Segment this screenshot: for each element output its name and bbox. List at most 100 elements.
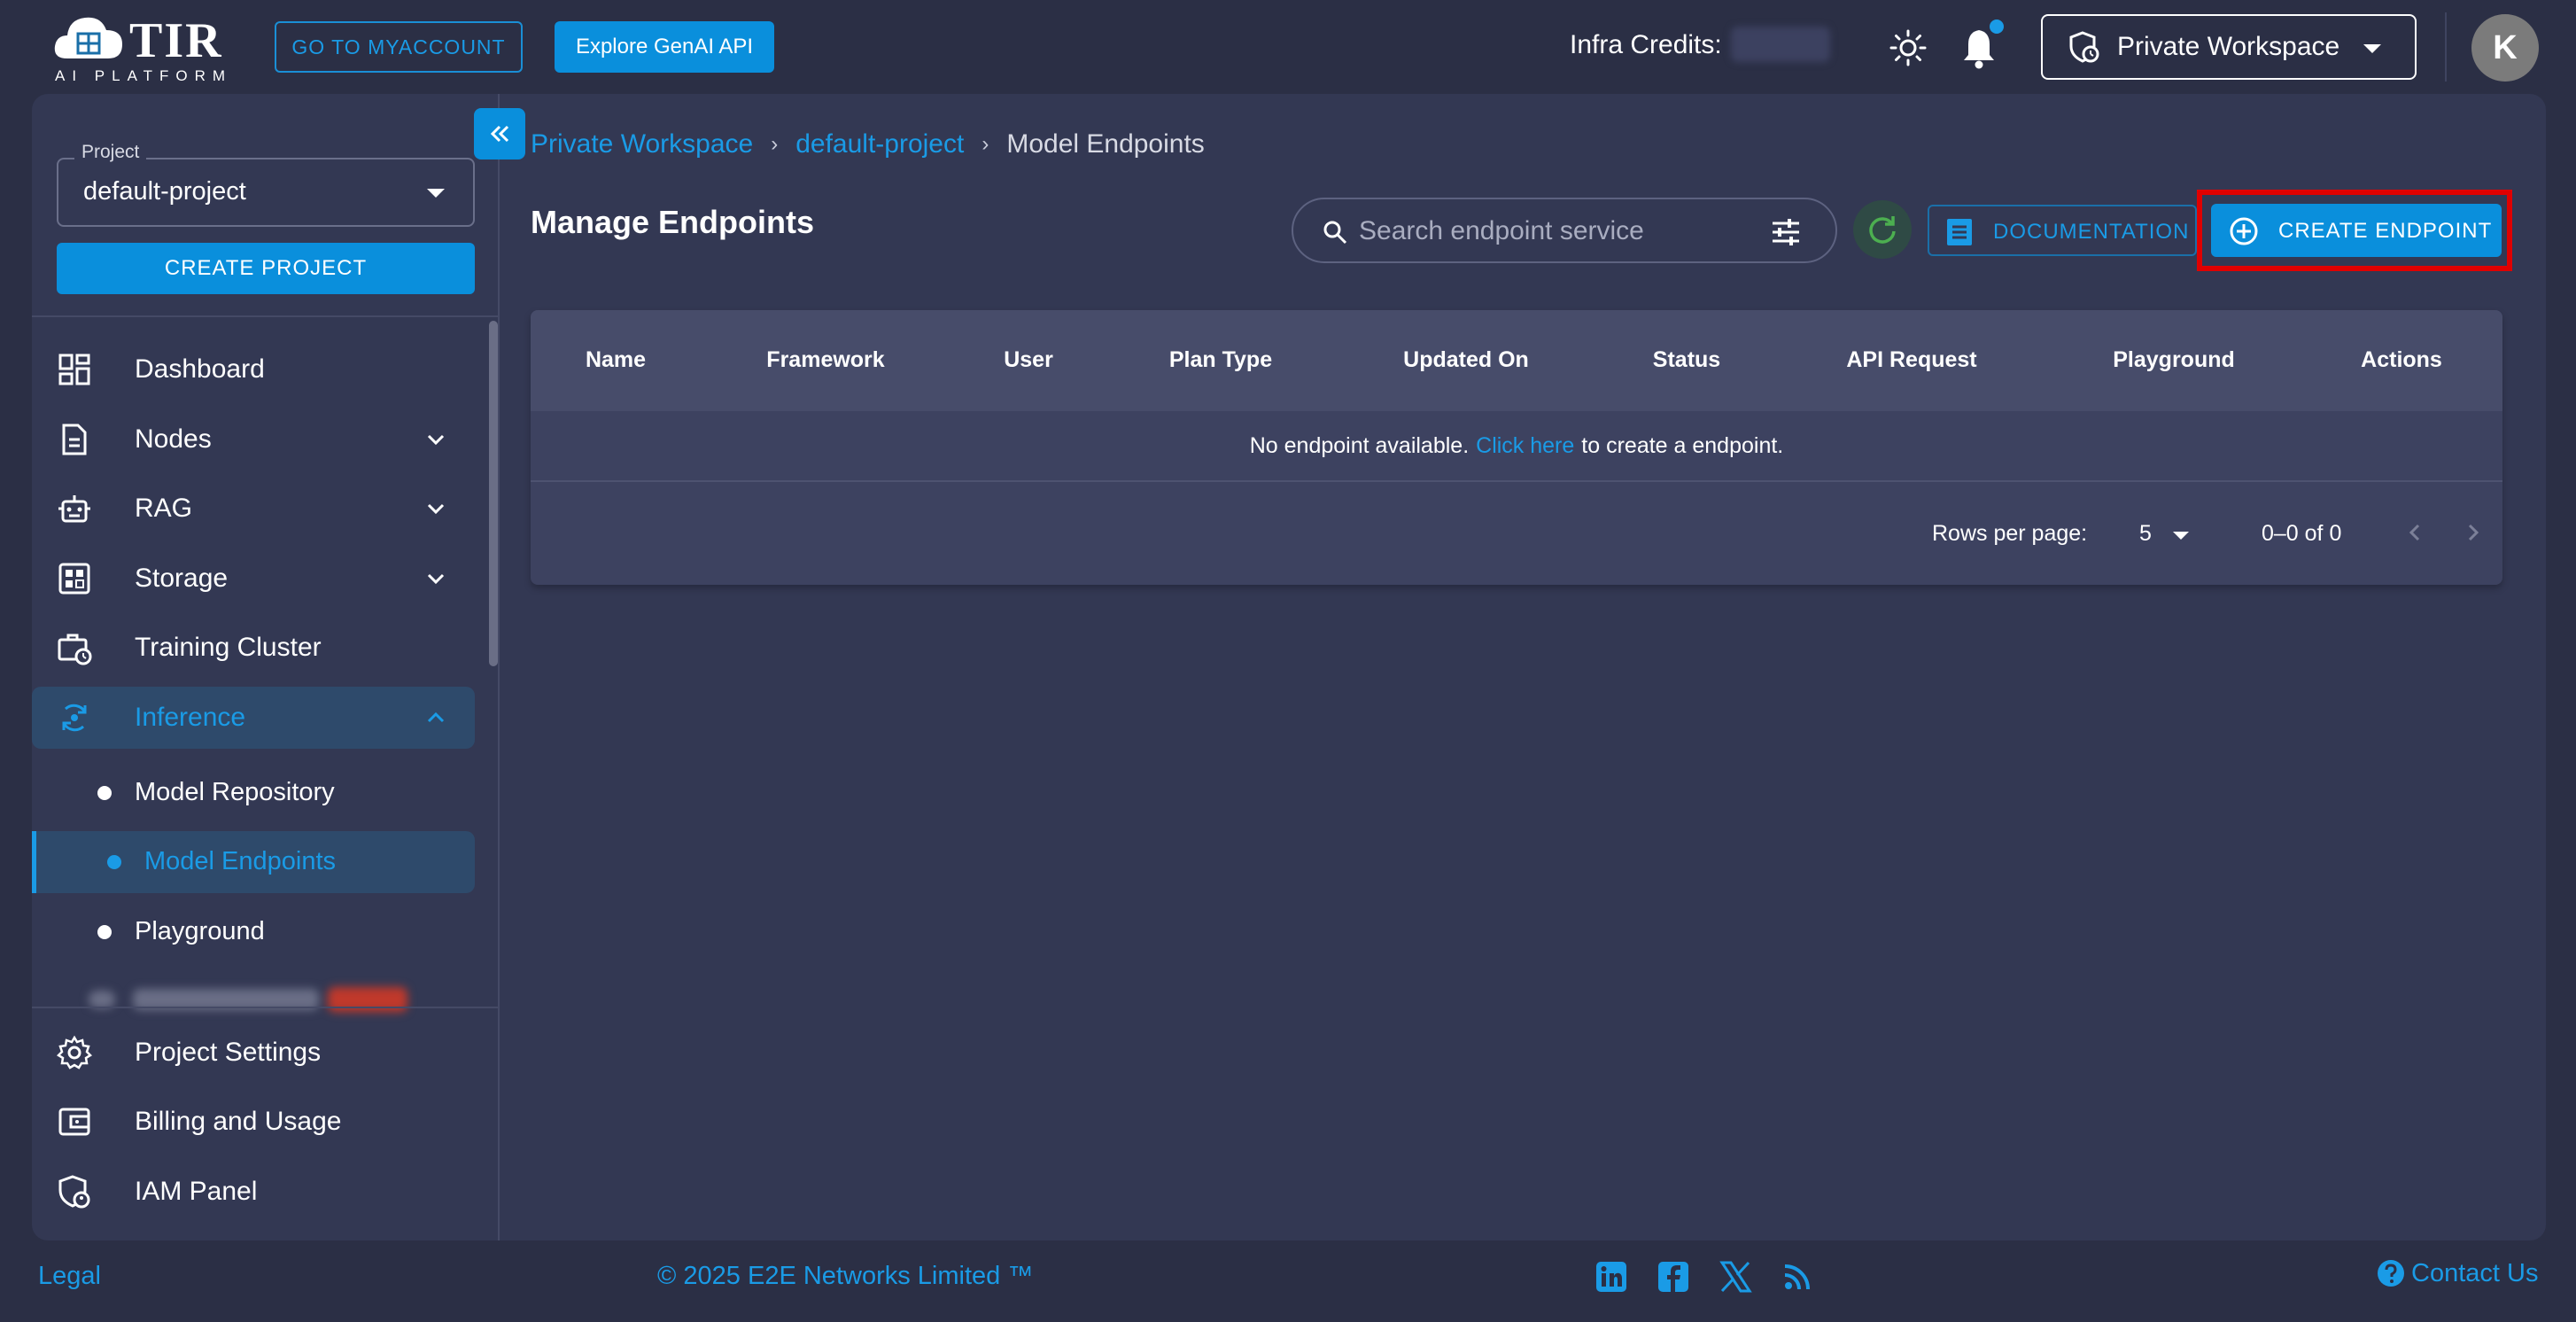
sidebar-subitem-label: Model Endpoints [144,847,337,875]
document-icon [62,424,87,455]
explore-genai-button[interactable]: Explore GenAI API [555,21,774,73]
sidebar-item-label: RAG [135,494,193,523]
search-box [1292,198,1837,263]
chevron-up-icon [427,712,445,723]
create-endpoint-button[interactable]: CREATE ENDPOINT [2211,204,2502,257]
column-header-name[interactable]: Name [586,347,646,373]
gear-icon [57,1035,92,1069]
project-select-label: Project [74,142,147,163]
column-header-status[interactable]: Status [1653,347,1720,373]
create-endpoint-link[interactable]: Click here [1476,433,1574,459]
column-header-updated-on[interactable]: Updated On [1403,347,1529,373]
column-header-user[interactable]: User [1004,347,1053,373]
page-title: Manage Endpoints [531,204,815,240]
logo-subtitle: AI PLATFORM [55,67,233,84]
column-header-actions[interactable]: Actions [2361,347,2442,373]
linkedin-icon[interactable] [1594,1260,1628,1294]
sidebar-item-dashboard[interactable]: Dashboard [32,338,475,400]
empty-state-text: No endpoint available. [1249,432,1470,458]
sidebar-subitem-model-endpoints[interactable]: Model Endpoints [32,831,475,893]
bullet-dot [97,786,112,800]
logo-text: TIR [129,13,223,68]
breadcrumb-separator: › [771,132,779,156]
sidebar-item-storage[interactable]: Storage [32,548,475,610]
workspace-label: Private Workspace [2117,32,2340,61]
empty-state-row: No endpoint available. Click here to cre… [531,411,2502,482]
chevron-down-icon[interactable] [2173,532,2189,540]
rows-per-page-label: Rows per page: [1932,521,2088,546]
footer-legal-link[interactable]: Legal [38,1262,101,1291]
chevron-down-icon [427,503,445,515]
pagination-range: 0–0 of 0 [2262,521,2342,546]
sidebar-item-rag[interactable]: RAG [32,478,475,540]
sidebar-scrollbar[interactable] [489,321,498,666]
sidebar-item-label: Storage [135,564,229,593]
workspace-selector[interactable]: Private Workspace [2041,14,2417,80]
chevron-down-icon [427,573,445,585]
top-divider [2445,12,2447,82]
infra-credits-label: Infra Credits: [1570,30,1722,59]
chevron-down-icon [427,434,445,446]
sidebar-item-training-cluster[interactable]: Training Cluster [32,617,475,679]
robot-icon [58,495,90,523]
footer-copyright: © 2025 E2E Networks Limited ™ [657,1262,1034,1290]
endpoints-table: Name Framework User Plan Type Updated On… [531,310,2502,585]
sidebar-item-label: Billing and Usage [135,1107,342,1136]
sidebar-divider [32,1007,500,1008]
breadcrumb-separator: › [982,132,989,156]
footer-contact-link[interactable]: Contact Us [2376,1258,2538,1288]
facebook-icon[interactable] [1657,1260,1690,1294]
shield-user-icon [58,1175,90,1209]
search-icon [1323,221,1347,245]
sidebar-item-label: Inference [135,703,246,732]
blurred-sidebar-item [89,985,418,1014]
sidebar-item-project-settings[interactable]: Project Settings [32,1022,475,1084]
double-chevron-left-icon [490,125,509,143]
sidebar-item-label: Project Settings [135,1038,322,1067]
column-header-framework[interactable]: Framework [766,347,884,373]
search-input[interactable] [1359,212,1749,251]
rows-per-page-select[interactable]: 5 [2139,521,2152,547]
table-pagination: Rows per page: 5 0–0 of 0 [531,484,2502,585]
filter-sliders-icon[interactable] [1770,217,1802,247]
rss-icon[interactable] [1781,1260,1814,1294]
bullet-dot [107,855,121,869]
x-twitter-icon[interactable] [1719,1260,1752,1294]
column-header-plan-type[interactable]: Plan Type [1169,347,1272,373]
column-header-api-request[interactable]: API Request [1846,347,1976,373]
go-to-myaccount-button[interactable]: GO TO MYACCOUNT [275,21,523,73]
sidebar-subitem-label: Playground [135,917,265,945]
inference-icon [62,704,87,732]
chevron-right-icon[interactable] [2458,517,2488,548]
shield-clock-icon [2069,31,2099,63]
sidebar-subitem-label: Model Repository [135,778,335,806]
tir-logo[interactable]: TIR AI PLATFORM [51,11,233,84]
sidebar-subitem-playground[interactable]: Playground [32,901,475,963]
breadcrumb-item-project[interactable]: default-project [795,129,964,159]
sun-icon[interactable] [1889,28,1928,67]
documentation-button[interactable]: DOCUMENTATION [1928,205,2197,256]
create-project-button[interactable]: CREATE PROJECT [57,243,475,294]
sidebar-item-billing-and-usage[interactable]: Billing and Usage [32,1091,475,1153]
sidebar-item-iam-panel[interactable]: IAM Panel [32,1161,475,1223]
chevron-down-icon [2363,44,2381,53]
collapse-sidebar-button[interactable] [474,108,525,159]
column-header-playground[interactable]: Playground [2113,347,2235,373]
refresh-button[interactable] [1853,200,1912,259]
avatar[interactable]: K [2471,14,2539,82]
bullet-dot [97,925,112,939]
notification-badge [1990,19,2004,34]
chevron-down-icon [427,189,445,198]
create-endpoint-label: CREATE ENDPOINT [2278,219,2493,243]
project-select-value: default-project [83,177,246,206]
sidebar-item-nodes[interactable]: Nodes [32,408,475,470]
sidebar-item-inference[interactable]: Inference [32,687,475,749]
sidebar-item-label: Nodes [135,424,212,454]
help-circle-icon [2378,1260,2404,1287]
bell-icon[interactable] [1959,27,1998,69]
chevron-left-icon[interactable] [2400,517,2430,548]
empty-state-suffix: to create a endpoint. [1581,432,1784,458]
refresh-icon [1869,216,1896,244]
sidebar-subitem-model-repository[interactable]: Model Repository [32,762,475,824]
breadcrumb-item-workspace[interactable]: Private Workspace [531,129,753,159]
